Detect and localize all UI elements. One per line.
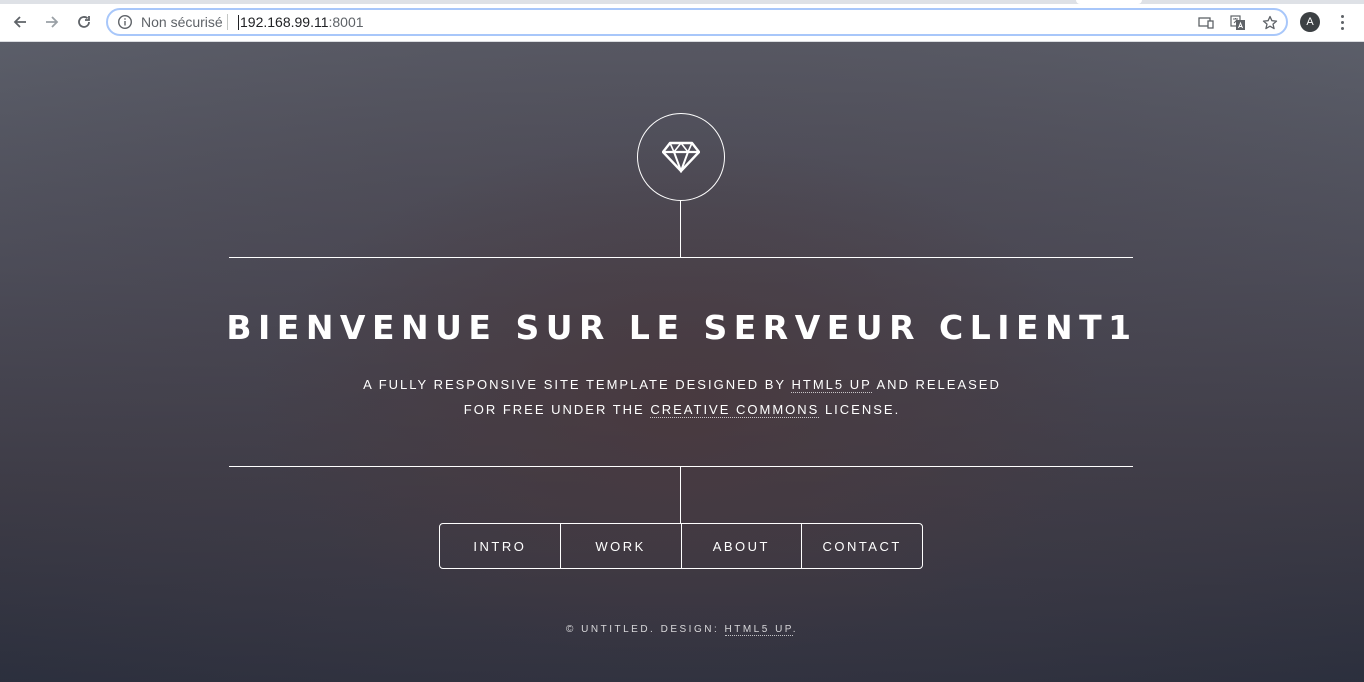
diamond-icon <box>662 141 700 173</box>
cast-button[interactable] <box>1197 14 1215 32</box>
logo <box>637 113 725 201</box>
security-status[interactable]: Non sécurisé <box>141 14 223 30</box>
translate-icon <box>1230 15 1245 30</box>
nav-contact[interactable]: CONTACT <box>801 524 922 568</box>
subtitle-text: FOR FREE UNDER THE <box>463 402 651 417</box>
divider-top <box>229 257 1133 258</box>
nav-about[interactable]: ABOUT <box>680 524 802 568</box>
page-footer: © UNTITLED. DESIGN: HTML5 UP. <box>0 624 1364 636</box>
page-subtitle: A FULLY RESPONSIVE SITE TEMPLATE DESIGNE… <box>0 372 1364 422</box>
browser-toolbar: Non sécurisé 192.168.99.11:8001 A <box>0 0 1364 42</box>
profile-avatar[interactable]: A <box>1300 12 1320 32</box>
text-caret <box>238 15 239 30</box>
cast-icon <box>1198 17 1214 29</box>
connector-line-top <box>680 201 681 257</box>
translate-button[interactable] <box>1229 14 1247 32</box>
divider-bottom <box>229 466 1133 467</box>
page-content: BIENVENUE SUR LE SERVEUR CLIENT1 A FULLY… <box>0 42 1364 682</box>
url-host: 192.168.99.11 <box>240 14 329 30</box>
footer-text-end: . <box>792 624 798 635</box>
subtitle-text: LICENSE. <box>819 402 901 417</box>
connector-line-bottom <box>680 466 681 524</box>
active-tab-edge <box>1076 0 1142 4</box>
main-nav: INTRO WORK ABOUT CONTACT <box>439 523 923 569</box>
forward-arrow-icon <box>46 16 59 28</box>
url-port: :8001 <box>328 14 364 30</box>
subtitle-text: A FULLY RESPONSIVE SITE TEMPLATE DESIGNE… <box>363 377 792 392</box>
reload-button[interactable] <box>73 11 95 33</box>
reload-icon <box>78 16 90 28</box>
html5up-link[interactable]: HTML5 UP <box>791 377 872 393</box>
nav-work[interactable]: WORK <box>559 524 681 568</box>
tab-strip <box>0 0 1364 4</box>
forward-button[interactable] <box>41 11 63 33</box>
footer-text: © UNTITLED. DESIGN: <box>566 624 725 635</box>
subtitle-text: AND RELEASED <box>871 377 1001 392</box>
star-icon <box>1262 15 1278 30</box>
creative-commons-link[interactable]: CREATIVE COMMONS <box>650 402 820 418</box>
subtitle-line-1: A FULLY RESPONSIVE SITE TEMPLATE DESIGNE… <box>0 372 1364 397</box>
back-button[interactable] <box>9 11 31 33</box>
url-text[interactable]: 192.168.99.11:8001 <box>238 14 364 30</box>
page-title: BIENVENUE SUR LE SERVEUR CLIENT1 <box>226 308 1138 347</box>
back-arrow-icon <box>13 16 26 28</box>
address-bar[interactable]: Non sécurisé 192.168.99.11:8001 <box>106 8 1288 36</box>
footer-html5up-link[interactable]: HTML5 UP <box>724 624 793 636</box>
address-separator <box>227 14 228 30</box>
nav-intro[interactable]: INTRO <box>440 524 560 568</box>
menu-dots-icon[interactable] <box>1334 12 1350 32</box>
subtitle-line-2: FOR FREE UNDER THE CREATIVE COMMONS LICE… <box>0 397 1364 422</box>
info-icon[interactable] <box>117 14 133 30</box>
bookmark-button[interactable] <box>1261 14 1279 32</box>
